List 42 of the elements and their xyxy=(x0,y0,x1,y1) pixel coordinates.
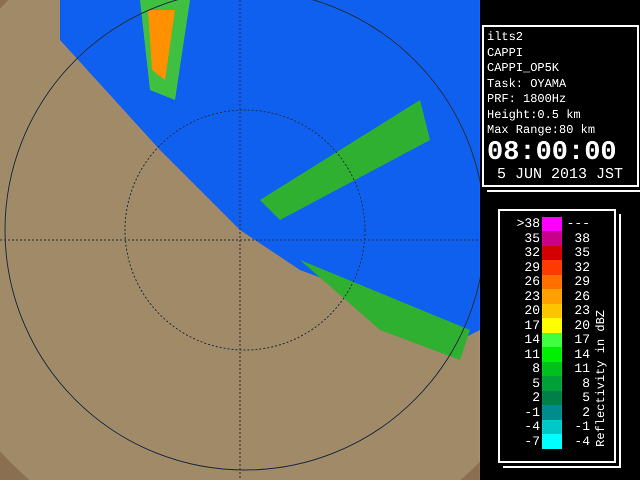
legend-value: 20 xyxy=(573,318,590,333)
legend-axis-label: Reflectivity in dBZ xyxy=(594,310,608,446)
legend-value: -4 xyxy=(573,434,590,449)
info-text: CAPPI xyxy=(487,46,524,61)
legend-value: 2 xyxy=(531,390,540,406)
legend-value: 23 xyxy=(523,288,540,304)
legend-value: 8 xyxy=(531,361,540,376)
info-text: Task: OYAMA xyxy=(487,76,568,92)
legend-value: 38 xyxy=(573,230,590,246)
legend-value: 2 xyxy=(581,404,590,420)
legend-value: 26 xyxy=(523,274,540,290)
info-text: Height:0.5 km xyxy=(487,108,582,123)
time-text: 08:00:00 xyxy=(487,140,618,166)
legend-value: 20 xyxy=(523,303,540,318)
legend-value: 29 xyxy=(573,274,590,290)
legend-value: 5 xyxy=(581,390,590,406)
legend-value: -7 xyxy=(523,434,540,449)
legend-value: 35 xyxy=(573,245,590,260)
info-text: ilts2 xyxy=(487,30,524,46)
legend-value: 32 xyxy=(573,260,590,275)
legend-value: >38 xyxy=(516,216,540,232)
legend-value: 5 xyxy=(531,376,540,391)
legend-value: 29 xyxy=(523,260,540,275)
legend-value: 32 xyxy=(523,245,540,260)
legend-value: 17 xyxy=(573,332,590,348)
legend-value: --- xyxy=(566,216,590,232)
legend-value: -1 xyxy=(573,419,590,434)
legend-value: 35 xyxy=(523,230,540,246)
legend-value: -4 xyxy=(523,419,540,434)
legend-value: -1 xyxy=(523,404,540,420)
legend-value: 14 xyxy=(573,346,590,362)
legend-value: 11 xyxy=(523,346,540,362)
date-text: 5 JUN 2013 JST xyxy=(496,166,624,182)
info-text: CAPPI_OP5K xyxy=(487,61,560,76)
info-text: Max Range:80 km xyxy=(487,123,596,138)
legend-value: 23 xyxy=(573,303,590,318)
legend-value: 14 xyxy=(523,332,540,348)
info-text: PRF: 1800Hz xyxy=(487,92,568,108)
legend-value: 8 xyxy=(581,376,590,391)
legend-value: 11 xyxy=(573,361,590,376)
legend-value: 26 xyxy=(573,288,590,304)
legend-value: 17 xyxy=(523,318,540,333)
